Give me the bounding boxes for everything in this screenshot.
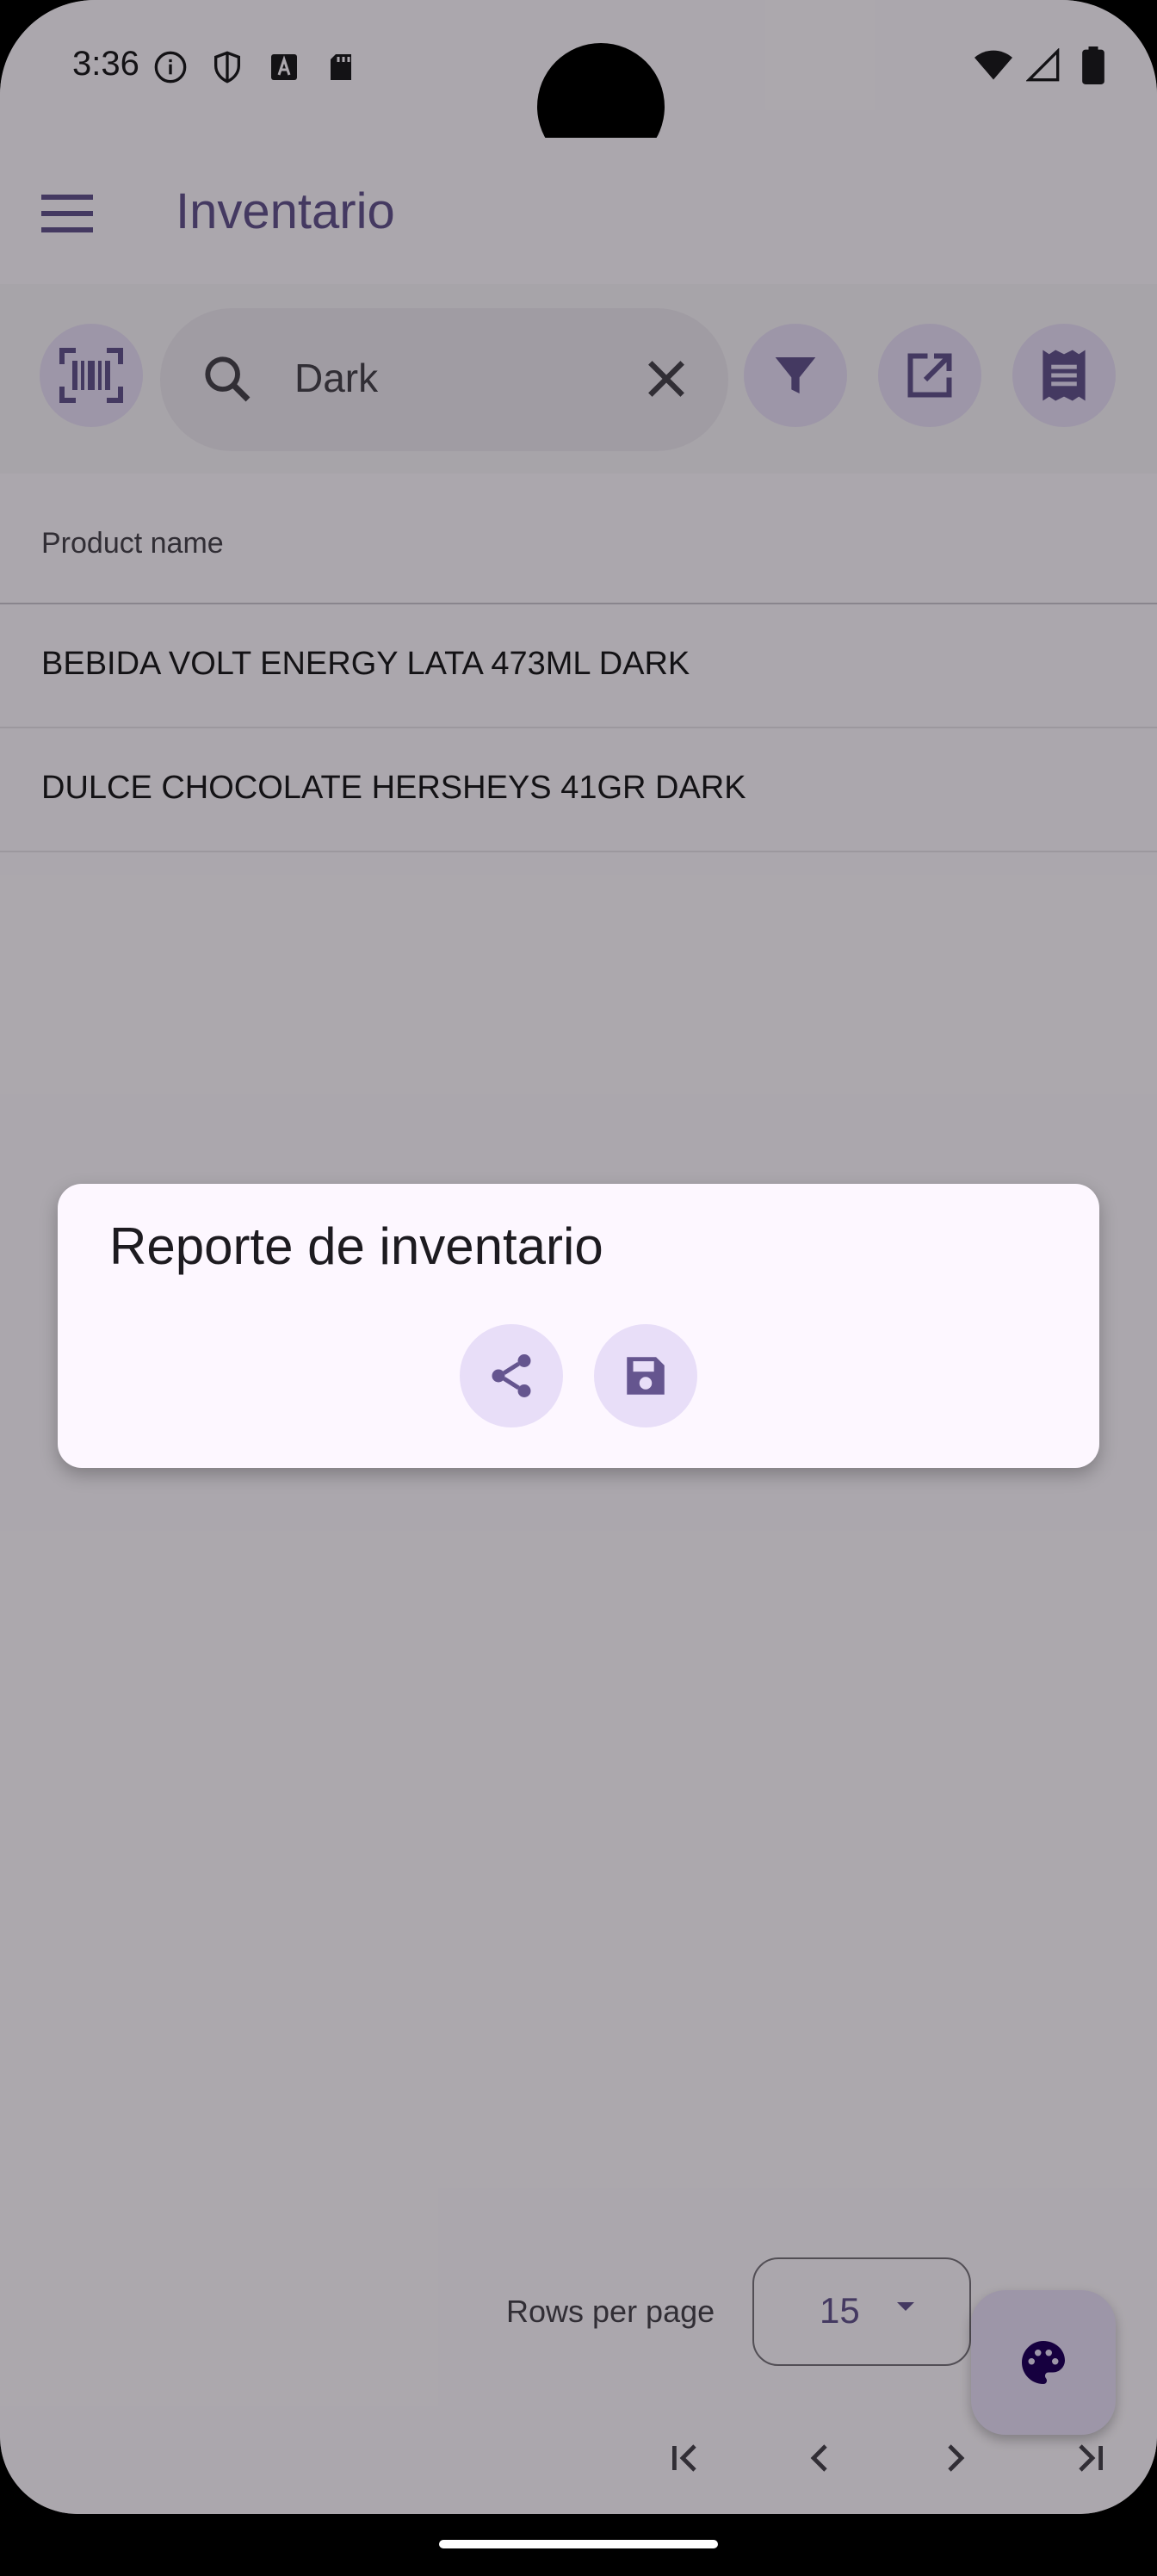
share-icon bbox=[492, 1354, 531, 1397]
phone-screen: 3:36 Inventario Dark Product name BEBIDA… bbox=[0, 0, 1157, 2514]
report-dialog: Reporte de inventario bbox=[58, 1184, 1099, 1468]
save-button[interactable] bbox=[594, 1324, 697, 1427]
gesture-navigation-bar[interactable] bbox=[439, 2540, 718, 2548]
save-icon bbox=[627, 1357, 665, 1395]
dialog-title: Reporte de inventario bbox=[109, 1217, 603, 1275]
share-button[interactable] bbox=[460, 1324, 563, 1427]
